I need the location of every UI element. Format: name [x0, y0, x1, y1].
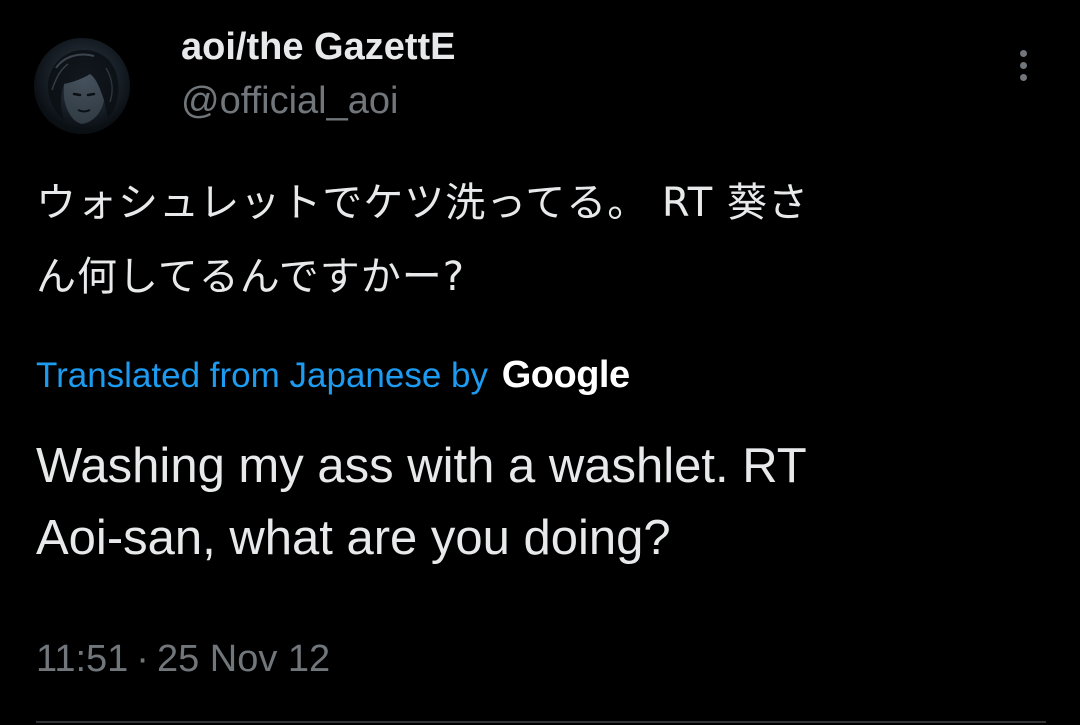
translated-text: Washing my ass with a washlet. RT Aoi-sa… [36, 430, 1046, 574]
translation-link[interactable]: Translated from Japanese by [36, 356, 488, 395]
more-dot [1020, 62, 1027, 69]
tweet-text: ウォシュレットでケツ洗ってる。 RT 葵さ ん何してるんですかー? [36, 166, 1046, 314]
timestamp-separator: · [136, 638, 149, 680]
author-display-name[interactable]: aoi/the GazettE [181, 24, 456, 70]
tweet-date: 25 Nov 12 [156, 638, 331, 680]
tweet-text-line: ウォシュレットでケツ洗ってる。 RT 葵さ [36, 180, 809, 226]
more-dot [1020, 50, 1027, 57]
more-options-button[interactable] [1006, 44, 1042, 88]
tweet-time: 11:51 [36, 638, 129, 680]
translation-credit: Translated from Japanese by Google [36, 352, 630, 399]
tweet-text-line: ん何してるんですかー? [36, 254, 466, 300]
translated-text-line: Washing my ass with a washlet. RT [36, 439, 807, 493]
tweet: aoi/the GazettE @official_aoi ウォシュレットでケツ… [0, 0, 1080, 725]
translated-text-line: Aoi-san, what are you doing? [36, 511, 671, 565]
avatar[interactable] [34, 38, 130, 134]
google-logo: Google [501, 354, 630, 396]
divider [36, 721, 1046, 723]
tweet-timestamp[interactable]: 11:51 · 25 Nov 12 [36, 636, 330, 682]
avatar-image [47, 50, 119, 124]
more-dot [1020, 74, 1027, 81]
author-handle[interactable]: @official_aoi [181, 78, 398, 124]
